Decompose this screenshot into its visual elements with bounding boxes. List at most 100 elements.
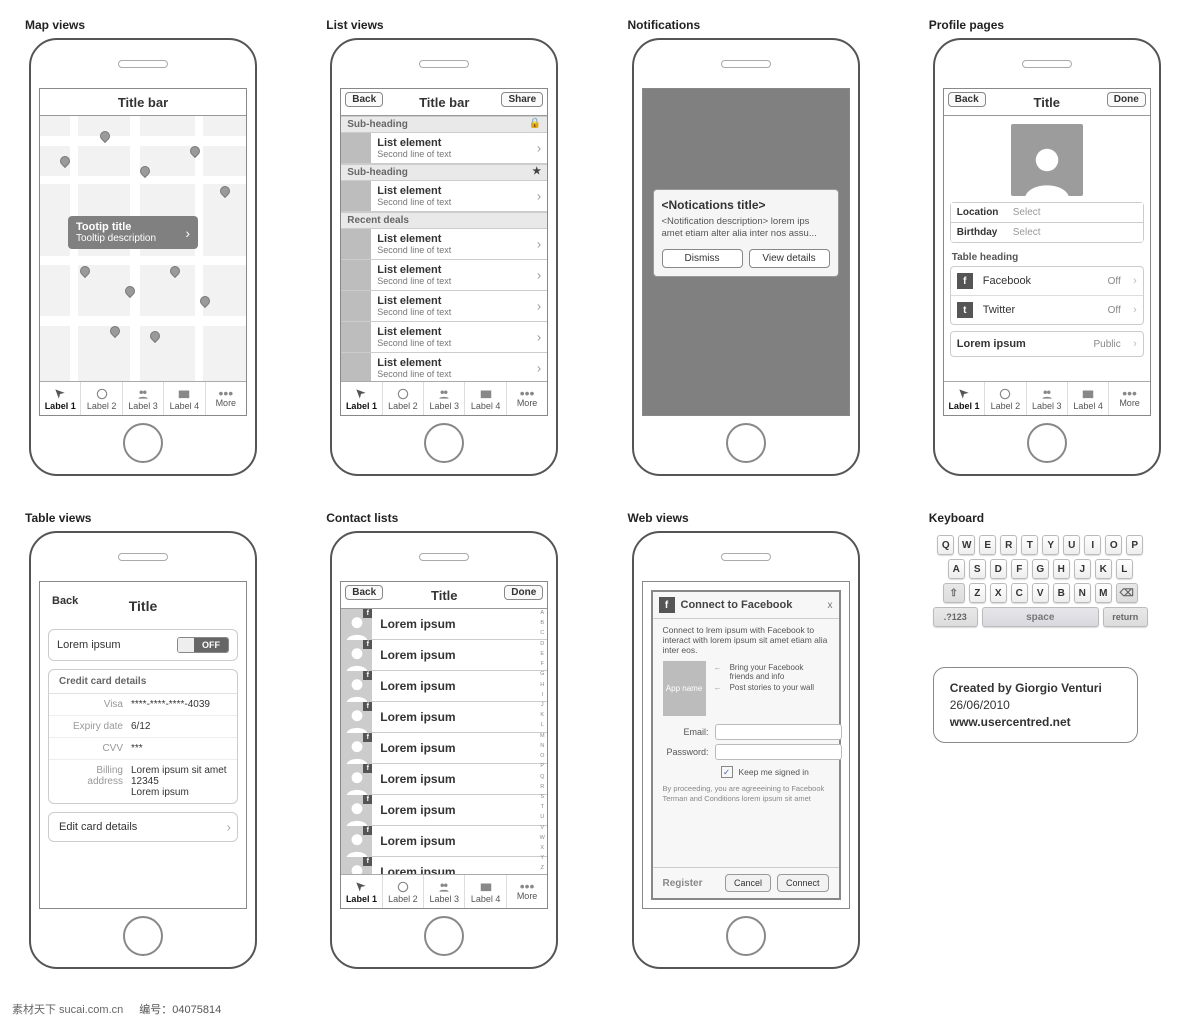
az-letter[interactable]: M (537, 734, 547, 740)
tab-2[interactable]: Label 2 (81, 382, 122, 415)
map-pin-icon[interactable] (78, 264, 92, 278)
edit-card-button[interactable]: Edit card details › (48, 812, 238, 842)
az-letter[interactable]: A (537, 611, 547, 617)
letter-key[interactable]: E (979, 535, 996, 555)
az-letter[interactable]: V (537, 826, 547, 832)
az-letter[interactable]: G (537, 672, 547, 678)
letter-key[interactable]: S (969, 559, 986, 579)
list-item[interactable]: List elementSecond line of text› (341, 260, 547, 291)
tab-3[interactable]: Label 3 (1027, 382, 1068, 415)
back-button[interactable]: Back (345, 92, 383, 107)
letter-key[interactable]: P (1126, 535, 1143, 555)
contact-row[interactable]: fLorem ipsum (341, 857, 547, 874)
map-pin-icon[interactable] (108, 324, 122, 338)
view-details-button[interactable]: View details (749, 249, 830, 268)
back-button[interactable]: Back (52, 595, 78, 607)
contact-row[interactable]: fLorem ipsum (341, 640, 547, 671)
az-letter[interactable]: Y (537, 856, 547, 862)
letter-key[interactable]: R (1000, 535, 1017, 555)
az-letter[interactable]: O (537, 754, 547, 760)
return-key[interactable]: return (1103, 607, 1148, 627)
space-key[interactable]: space (982, 607, 1099, 627)
facebook-row[interactable]: fFacebookOff› (951, 267, 1143, 296)
az-letter[interactable]: J (537, 703, 547, 709)
az-letter[interactable]: N (537, 744, 547, 750)
back-button[interactable]: Back (948, 92, 986, 107)
tab-4[interactable]: Label 4 (1068, 382, 1109, 415)
letter-key[interactable]: M (1095, 583, 1112, 603)
letter-key[interactable]: K (1095, 559, 1112, 579)
az-letter[interactable]: C (537, 631, 547, 637)
map-pin-icon[interactable] (218, 184, 232, 198)
tab-1[interactable]: Label 1 (341, 382, 382, 415)
az-letter[interactable]: Z (537, 866, 547, 872)
tab-4[interactable]: Label 4 (164, 382, 205, 415)
dismiss-button[interactable]: Dismiss (662, 249, 743, 268)
contact-row[interactable]: fLorem ipsum (341, 764, 547, 795)
az-letter[interactable]: H (537, 683, 547, 689)
az-letter[interactable]: R (537, 785, 547, 791)
connect-button[interactable]: Connect (777, 874, 829, 892)
letter-key[interactable]: F (1011, 559, 1028, 579)
letter-key[interactable]: Z (969, 583, 986, 603)
letter-key[interactable]: B (1053, 583, 1070, 603)
email-input[interactable] (715, 724, 842, 740)
letter-key[interactable]: I (1084, 535, 1101, 555)
tab-1[interactable]: Label 1 (944, 382, 985, 415)
az-letter[interactable]: X (537, 846, 547, 852)
az-letter[interactable]: I (537, 693, 547, 699)
share-button[interactable]: Share (501, 92, 543, 107)
tab-3[interactable]: Label 3 (424, 382, 465, 415)
map-tooltip[interactable]: Tootip title Tooltip description › (68, 216, 198, 249)
letter-key[interactable]: X (990, 583, 1007, 603)
list-item[interactable]: List elementSecond line of text› (341, 133, 547, 164)
register-link[interactable]: Register (663, 878, 703, 889)
az-letter[interactable]: K (537, 713, 547, 719)
list-item[interactable]: List elementSecond line of text› (341, 181, 547, 212)
letter-key[interactable]: W (958, 535, 975, 555)
letter-key[interactable]: N (1074, 583, 1091, 603)
letter-key[interactable]: U (1063, 535, 1080, 555)
az-letter[interactable]: U (537, 815, 547, 821)
letter-key[interactable]: L (1116, 559, 1133, 579)
letter-key[interactable]: V (1032, 583, 1049, 603)
az-letter[interactable]: Q (537, 775, 547, 781)
az-letter[interactable]: L (537, 723, 547, 729)
list-item[interactable]: List elementSecond line of text› (341, 322, 547, 353)
contact-row[interactable]: fLorem ipsum (341, 826, 547, 857)
letter-key[interactable]: Y (1042, 535, 1059, 555)
az-letter[interactable]: E (537, 652, 547, 658)
close-icon[interactable]: x (828, 600, 833, 611)
letter-key[interactable]: Q (937, 535, 954, 555)
tab-4[interactable]: Label 4 (465, 875, 506, 908)
tab-2[interactable]: Label 2 (383, 875, 424, 908)
backspace-key[interactable]: ⌫ (1116, 583, 1138, 603)
avatar-icon[interactable] (1011, 124, 1083, 196)
letter-key[interactable]: T (1021, 535, 1038, 555)
contact-row[interactable]: fLorem ipsum (341, 702, 547, 733)
az-letter[interactable]: S (537, 795, 547, 801)
tab-more[interactable]: •••More (507, 382, 547, 415)
list-item[interactable]: List elementSecond line of text› (341, 291, 547, 322)
list-item[interactable]: List elementSecond line of text› (341, 353, 547, 381)
shift-key[interactable]: ⇧ (943, 583, 965, 603)
letter-key[interactable]: C (1011, 583, 1028, 603)
az-letter[interactable]: T (537, 805, 547, 811)
back-button[interactable]: Back (345, 585, 383, 600)
list-item[interactable]: List elementSecond line of text› (341, 229, 547, 260)
tab-3[interactable]: Label 3 (123, 382, 164, 415)
az-letter[interactable]: P (537, 764, 547, 770)
privacy-row[interactable]: Lorem ipsumPublic› (951, 332, 1143, 356)
contact-row[interactable]: fLorem ipsum (341, 671, 547, 702)
az-letter[interactable]: W (537, 836, 547, 842)
map-pin-icon[interactable] (168, 264, 182, 278)
tab-2[interactable]: Label 2 (383, 382, 424, 415)
keep-signed-checkbox[interactable]: ✓ (721, 766, 733, 778)
tab-4[interactable]: Label 4 (465, 382, 506, 415)
az-letter[interactable]: D (537, 642, 547, 648)
password-input[interactable] (715, 744, 842, 760)
birthday-field[interactable]: BirthdaySelect (950, 222, 1144, 242)
map-pin-icon[interactable] (148, 329, 162, 343)
contact-row[interactable]: fLorem ipsum (341, 609, 547, 640)
tab-more[interactable]: •••More (507, 875, 547, 908)
